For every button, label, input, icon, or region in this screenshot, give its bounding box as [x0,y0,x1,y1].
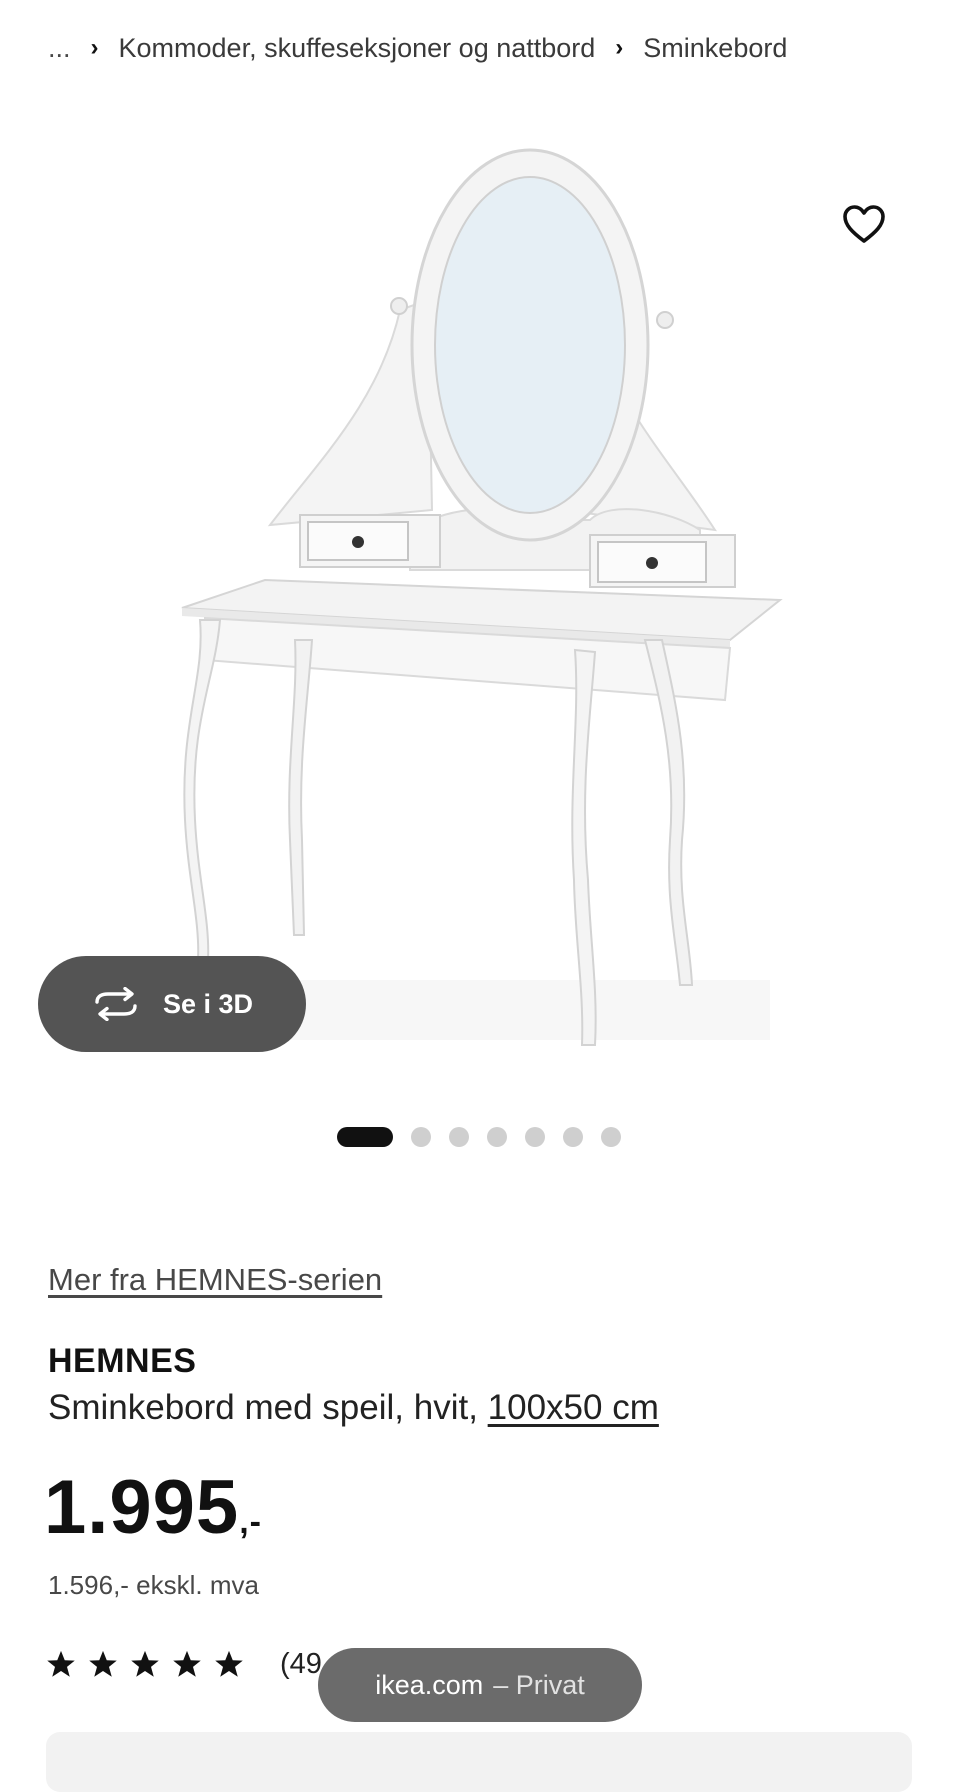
image-carousel-dots [337,1127,621,1147]
star-icon [47,1650,75,1677]
carousel-dot[interactable] [449,1127,469,1147]
price-suffix: ,- [239,1503,262,1541]
breadcrumb: ... › Kommoder, skuffeseksjoner og nattb… [48,26,787,70]
carousel-dot[interactable] [411,1127,431,1147]
product-image [170,140,790,1070]
rotate-3d-icon [95,987,137,1021]
star-icon [89,1650,117,1677]
rating-count: (49 [280,1647,322,1680]
price-main: 1.995 [44,1465,240,1550]
carousel-dot[interactable] [601,1127,621,1147]
bottom-card [46,1732,912,1792]
star-icon [215,1650,243,1677]
price-excl-vat: 1.596,- ekskl. mva [48,1570,259,1600]
product-description: Sminkebord med speil, hvit, 100x50 cm [48,1388,659,1428]
carousel-dot[interactable] [563,1127,583,1147]
view-in-3d-button[interactable]: Se i 3D [38,956,306,1052]
browser-url-pill[interactable]: ikea.com – Privat [318,1648,642,1722]
series-link[interactable]: Mer fra HEMNES-serien [48,1262,382,1298]
chevron-right-icon: › [615,34,624,61]
heart-icon [843,205,885,243]
product-name: HEMNES [48,1342,197,1380]
rating[interactable]: (49 [46,1644,322,1684]
breadcrumb-item-sminkebord[interactable]: Sminkebord [643,33,787,64]
breadcrumb-ellipsis[interactable]: ... [48,33,71,64]
chevron-right-icon: › [90,34,99,61]
browser-private-mode: – Privat [493,1669,585,1700]
carousel-dot-active[interactable] [337,1127,393,1147]
star-icon [173,1650,201,1677]
view-in-3d-label: Se i 3D [162,988,254,1019]
star-icon [131,1650,159,1677]
size-link[interactable]: 100x50 cm [488,1388,659,1427]
breadcrumb-item-kommoder[interactable]: Kommoder, skuffeseksjoner og nattbord [119,33,596,64]
carousel-dot[interactable] [525,1127,545,1147]
browser-domain: ikea.com [375,1669,484,1700]
product-price: 1.995,- [44,1470,262,1546]
carousel-dot[interactable] [487,1127,507,1147]
product-description-text: Sminkebord med speil, hvit, [48,1388,478,1427]
rating-stars [46,1649,244,1679]
favorite-button[interactable] [840,200,888,248]
